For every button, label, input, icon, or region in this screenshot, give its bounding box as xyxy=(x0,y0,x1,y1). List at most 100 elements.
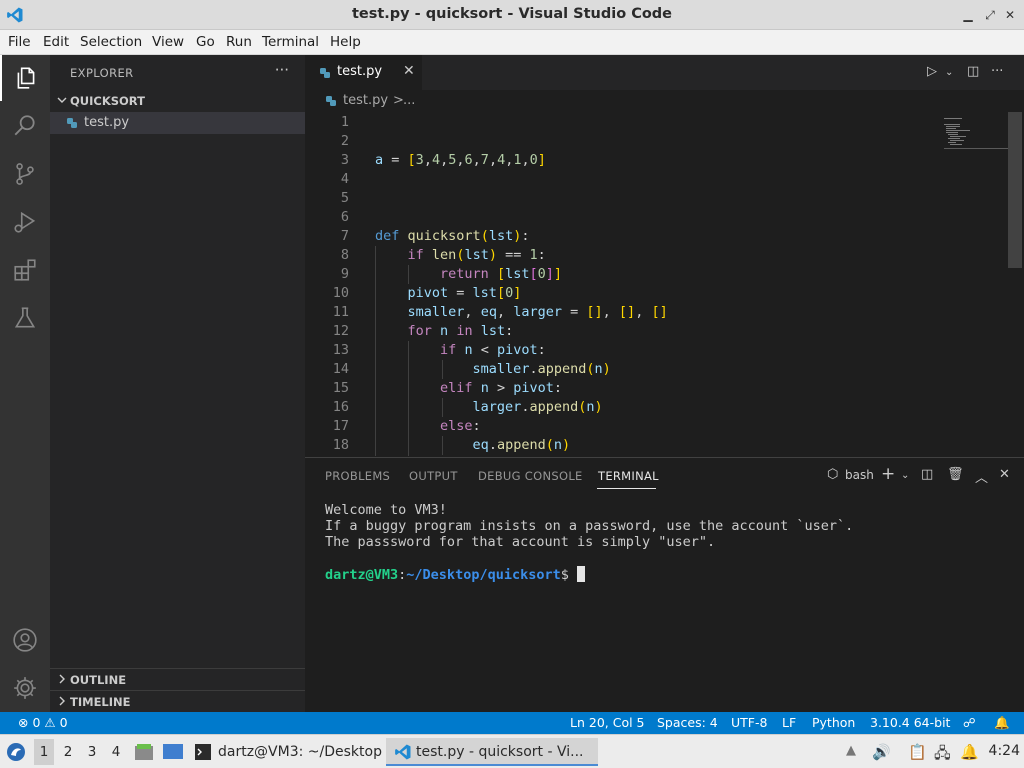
editor-scrollbar-thumb[interactable] xyxy=(1008,112,1022,268)
flask-icon xyxy=(14,307,36,328)
workspace-1[interactable]: 1 xyxy=(34,739,54,765)
split-terminal-icon[interactable]: ◫ xyxy=(921,467,933,482)
folder-name: QUICKSORT xyxy=(70,94,145,108)
more-actions-icon[interactable]: ··· xyxy=(991,64,1003,79)
terminal-shell-name[interactable]: bash xyxy=(845,468,874,482)
terminal-prompt: dartz@VM3:~/Desktop/quicksort$ xyxy=(325,566,586,583)
menu-file[interactable]: File xyxy=(8,34,31,50)
volume-icon[interactable]: 🔊 xyxy=(872,743,891,761)
run-debug-button[interactable] xyxy=(0,199,50,245)
restore-icon[interactable]: ⤢ xyxy=(982,7,998,23)
indentation[interactable]: Spaces: 4 xyxy=(657,715,718,730)
tab-output[interactable]: OUTPUT xyxy=(409,469,458,483)
problems-status[interactable]: ⊗ 0 ⚠ 0 xyxy=(18,715,68,730)
terminal-cursor xyxy=(577,566,586,582)
code-editor[interactable]: 1 2 3a = [3,4,5,6,7,4,1,0] 4 5 6 7 def qu… xyxy=(305,112,1010,457)
code-line: 15 elif n > pivot: xyxy=(332,380,562,396)
accounts-button[interactable] xyxy=(0,617,50,663)
tab-terminal[interactable]: TERMINAL xyxy=(598,469,659,483)
testing-button[interactable] xyxy=(0,295,50,341)
code-line: 14 smaller.append(n) xyxy=(332,361,611,377)
menu-run[interactable]: Run xyxy=(226,34,252,50)
menu-view[interactable]: View xyxy=(152,34,184,50)
code-line: 11 smaller, eq, larger = [], [], [] xyxy=(332,304,668,320)
desktop-icon[interactable] xyxy=(162,742,184,762)
outline-label: OUTLINE xyxy=(70,673,127,687)
end-of-line[interactable]: LF xyxy=(782,715,796,730)
menu-edit[interactable]: Edit xyxy=(43,34,69,50)
warning-icon: ⚠ xyxy=(44,715,56,730)
folder-section-quicksort[interactable]: QUICKSORT xyxy=(50,90,305,112)
status-bar: ⊗ 0 ⚠ 0 Ln 20, Col 5 Spaces: 4 UTF-8 LF … xyxy=(0,712,1024,734)
notifications-bell-icon[interactable]: 🔔 xyxy=(994,715,1010,731)
code-line: 3a = [3,4,5,6,7,4,1,0] xyxy=(340,152,546,168)
tray-scroll-icon[interactable]: ▲ xyxy=(846,743,864,761)
notifications-icon[interactable]: 🔔 xyxy=(960,743,979,761)
source-control-button[interactable] xyxy=(0,151,50,197)
breadcrumb-more[interactable]: ... xyxy=(403,93,415,108)
menu-selection[interactable]: Selection xyxy=(80,34,142,50)
extensions-button[interactable] xyxy=(0,247,50,293)
outline-section[interactable]: OUTLINE xyxy=(50,668,305,690)
file-manager-icon[interactable] xyxy=(134,742,154,762)
minimap[interactable] xyxy=(940,116,1008,154)
code-line: 4 xyxy=(340,171,349,187)
taskbar-vscode-task[interactable]: test.py - quicksort - Vi... xyxy=(386,738,598,766)
taskbar-terminal-task[interactable]: dartz@VM3: ~/Desktop xyxy=(192,738,382,766)
workspace-4[interactable]: 4 xyxy=(106,744,126,760)
feedback-icon[interactable]: ☍ xyxy=(963,715,976,730)
code-line: 9 return [lst[0]] xyxy=(340,266,563,282)
split-editor-icon[interactable]: ◫ xyxy=(967,64,979,79)
tab-test-py[interactable]: test.py ✕ xyxy=(305,55,423,90)
terminal-options-chevron-icon[interactable]: ⌄ xyxy=(901,470,909,481)
taskbar-terminal-label: dartz@VM3: ~/Desktop xyxy=(218,744,382,760)
taskbar-vscode-label: test.py - quicksort - Vi... xyxy=(416,744,584,760)
timeline-section[interactable]: TIMELINE xyxy=(50,690,305,712)
cursor-position[interactable]: Ln 20, Col 5 xyxy=(570,715,645,730)
encoding[interactable]: UTF-8 xyxy=(731,715,767,730)
python-file-icon xyxy=(67,118,77,128)
python-interpreter[interactable]: 3.10.4 64-bit xyxy=(870,715,950,730)
start-menu-icon[interactable] xyxy=(6,742,26,762)
tab-problems[interactable]: PROBLEMS xyxy=(325,469,390,483)
menu-help[interactable]: Help xyxy=(330,34,361,50)
more-actions-icon[interactable]: ··· xyxy=(275,61,289,79)
manage-button[interactable] xyxy=(0,665,50,711)
minimize-icon[interactable]: ▁ xyxy=(960,7,976,23)
maximize-panel-icon[interactable]: ︿ xyxy=(975,467,988,486)
explorer-button[interactable] xyxy=(0,55,50,101)
close-window-icon[interactable]: ✕ xyxy=(1002,7,1018,23)
bottom-panel: PROBLEMS OUTPUT DEBUG CONSOLE TERMINAL ⬡… xyxy=(305,457,1024,712)
close-tab-icon[interactable]: ✕ xyxy=(403,63,415,79)
breadcrumb: test.py > ... xyxy=(305,90,1024,112)
search-button[interactable] xyxy=(0,103,50,149)
menu-terminal[interactable]: Terminal xyxy=(262,34,319,50)
network-icon[interactable]: 🖧 xyxy=(934,743,952,762)
close-panel-icon[interactable]: ✕ xyxy=(999,467,1010,482)
code-line: 16 larger.append(n) xyxy=(332,399,603,415)
terminal-line: If a buggy program insists on a password… xyxy=(325,518,854,534)
run-options-chevron-icon[interactable]: ⌄ xyxy=(945,67,953,78)
workspace-3[interactable]: 3 xyxy=(82,744,102,760)
clipboard-icon[interactable]: 📋 xyxy=(908,743,927,761)
python-file-icon xyxy=(320,68,330,78)
files-icon xyxy=(17,67,35,89)
code-line: 5 xyxy=(340,190,349,206)
file-name: test.py xyxy=(84,115,130,130)
window-title: test.py - quicksort - Visual Studio Code xyxy=(351,6,673,22)
menu-go[interactable]: Go xyxy=(196,34,215,50)
tab-debug-console[interactable]: DEBUG CONSOLE xyxy=(478,469,583,483)
file-item-test-py[interactable]: test.py xyxy=(50,112,305,134)
workspace-2[interactable]: 2 xyxy=(58,744,78,760)
activity-bar xyxy=(0,55,50,712)
gear-icon xyxy=(14,677,36,699)
language-mode[interactable]: Python xyxy=(812,715,855,730)
breadcrumb-file[interactable]: test.py xyxy=(343,93,388,108)
run-file-icon[interactable]: ▷ xyxy=(927,64,937,79)
new-terminal-icon[interactable]: + xyxy=(881,464,895,484)
terminal-line: Welcome to VM3! xyxy=(325,502,447,518)
code-line: 2 xyxy=(340,133,349,149)
chevron-right-icon xyxy=(59,696,65,706)
taskbar-clock[interactable]: 4:24 xyxy=(989,743,1020,759)
trash-icon[interactable]: 🗑 xyxy=(947,467,964,482)
